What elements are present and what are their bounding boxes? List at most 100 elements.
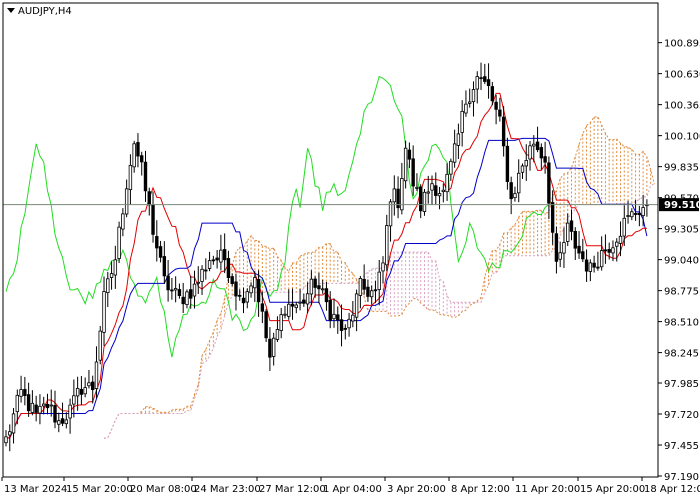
- candle-body: [64, 419, 69, 425]
- candle-body: [173, 288, 178, 291]
- candle-body: [554, 233, 559, 262]
- candle-body: [294, 304, 298, 309]
- candle-body: [72, 395, 76, 405]
- candle-body: [128, 164, 133, 191]
- candle-body: [381, 262, 385, 272]
- candle-body: [204, 269, 208, 272]
- x-tick-label: 11 Apr 20:00: [515, 484, 580, 495]
- candle-body: [106, 278, 110, 294]
- candle-body: [494, 101, 498, 110]
- candle-body: [456, 133, 461, 146]
- candle-body: [362, 278, 366, 290]
- candle-body: [189, 289, 193, 299]
- candle-body: [611, 247, 615, 254]
- y-tick-label: 100.895: [664, 39, 700, 50]
- y-tick-label: 97.720: [664, 410, 699, 421]
- price-chart[interactable]: 100.895100.630100.365100.10099.83599.570…: [0, 0, 700, 500]
- candle-body: [4, 436, 8, 444]
- candle-body: [422, 191, 427, 212]
- candle-body: [155, 236, 159, 249]
- candle-body: [603, 249, 608, 252]
- candle-body: [637, 212, 642, 215]
- x-tick-label: 15 Apr 20:00: [580, 484, 645, 495]
- candle-body: [19, 389, 23, 397]
- candle-body: [30, 402, 35, 413]
- candle-body: [241, 297, 246, 304]
- candle-body: [181, 296, 185, 305]
- candle-body: [79, 388, 84, 395]
- price-tag-text: 99.510: [664, 200, 700, 211]
- candle-body: [573, 231, 577, 249]
- candle-body: [75, 388, 80, 397]
- candle-body: [501, 116, 506, 147]
- candle-body: [309, 278, 314, 295]
- candle-body: [524, 160, 528, 167]
- candle-body: [535, 141, 540, 151]
- candle-body: [38, 405, 42, 414]
- candle-body: [426, 191, 430, 194]
- candle-body: [615, 241, 619, 247]
- candle-body: [430, 183, 434, 191]
- candle-body: [113, 259, 118, 276]
- candle-body: [528, 145, 532, 160]
- candle-body: [592, 262, 596, 268]
- candle-body: [347, 318, 351, 329]
- candle-body: [222, 249, 227, 261]
- candle-body: [607, 249, 611, 253]
- candle-body: [26, 394, 31, 412]
- candle-body: [136, 142, 140, 157]
- candle-body: [260, 303, 265, 312]
- candle-body: [102, 291, 106, 333]
- chart-background: [0, 0, 700, 500]
- symbol-label: AUDJPY,H4: [18, 6, 72, 17]
- y-tick-label: 99.305: [664, 225, 699, 236]
- candle-body: [550, 202, 555, 233]
- candle-body: [543, 156, 547, 163]
- candle-body: [358, 278, 363, 296]
- candle-body: [377, 271, 381, 290]
- candle-body: [313, 278, 317, 288]
- candle-body: [539, 147, 544, 159]
- candle-body: [211, 259, 216, 262]
- candle-body: [486, 79, 491, 87]
- candle-body: [520, 165, 525, 173]
- candle-body: [45, 403, 50, 409]
- y-tick-label: 99.040: [664, 256, 699, 267]
- candle-body: [509, 182, 513, 200]
- candle-body: [320, 288, 325, 291]
- current-price-tag: 99.510: [659, 198, 700, 212]
- y-tick-label: 98.775: [664, 287, 699, 298]
- price-axis: 100.895100.630100.365100.10099.83599.570…: [658, 39, 700, 483]
- candle-body: [49, 404, 53, 407]
- candle-body: [641, 207, 645, 217]
- x-tick-label: 18 Apr 12:00: [644, 484, 700, 495]
- candle-body: [445, 173, 449, 193]
- candle-body: [354, 293, 359, 318]
- candle-body: [230, 276, 234, 284]
- candle-body: [57, 420, 61, 425]
- candle-body: [562, 242, 566, 254]
- candle-body: [558, 252, 562, 260]
- candle-body: [256, 278, 261, 303]
- candle-body: [271, 337, 276, 357]
- candle-body: [596, 266, 600, 269]
- candle-body: [468, 101, 472, 104]
- candle-body: [479, 77, 483, 80]
- candle-body: [279, 314, 283, 331]
- candle-body: [147, 191, 151, 206]
- y-tick-label: 99.835: [664, 163, 699, 174]
- y-tick-label: 97.455: [664, 441, 699, 452]
- candle-body: [87, 382, 91, 387]
- candle-body: [547, 162, 551, 204]
- candle-body: [290, 303, 295, 307]
- candle-body: [418, 186, 423, 212]
- candle-body: [34, 404, 38, 413]
- candle-body: [305, 293, 310, 305]
- candle-body: [460, 110, 464, 133]
- candle-body: [328, 299, 332, 321]
- candle-body: [253, 277, 257, 289]
- candle-body: [434, 185, 438, 196]
- candle-body: [388, 201, 393, 227]
- candle-body: [98, 330, 102, 361]
- candle-body: [238, 294, 242, 297]
